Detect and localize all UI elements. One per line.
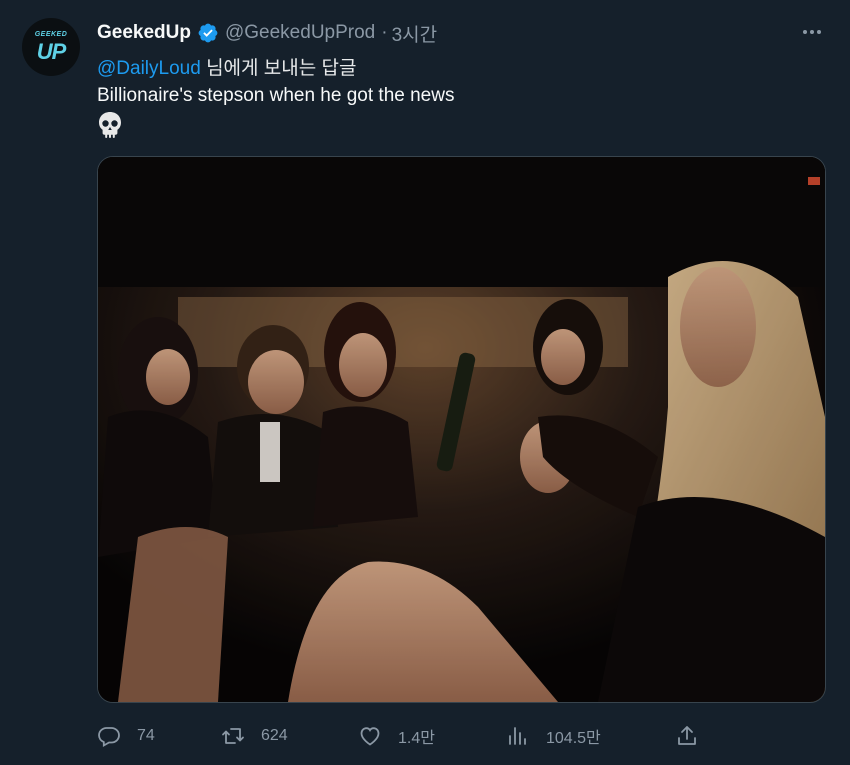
tweet[interactable]: GEEKED UP GeekedUp @GeekedUpProd · 3시간 @…	[0, 0, 850, 765]
more-horizontal-icon[interactable]	[800, 20, 824, 44]
tweet-actions: 74 624 1.4만 104.5만	[97, 721, 717, 751]
tweet-header: GeekedUp @GeekedUpProd · 3시간	[97, 20, 437, 46]
display-name[interactable]: GeekedUp	[97, 22, 191, 44]
views-count: 104.5만	[546, 730, 601, 747]
retweet-button[interactable]: 624	[221, 721, 288, 751]
verified-badge-icon	[198, 23, 218, 43]
skull-icon	[99, 112, 121, 138]
like-count: 1.4만	[398, 730, 435, 747]
heart-icon	[360, 727, 380, 746]
timestamp[interactable]: 3시간	[392, 20, 438, 47]
reply-count: 74	[137, 727, 155, 744]
retweet-count: 624	[261, 727, 288, 744]
views-button[interactable]: 104.5만	[506, 721, 601, 751]
avatar-logo-top: GEEKED	[34, 31, 68, 38]
views-icon	[509, 727, 526, 745]
like-button[interactable]: 1.4만	[358, 721, 435, 751]
tweet-text: Billionaire's stepson when he got the ne…	[97, 85, 455, 106]
reply-mention-link[interactable]: @DailyLoud	[97, 58, 201, 79]
reply-icon	[98, 727, 120, 748]
reply-button[interactable]: 74	[97, 721, 155, 751]
share-icon	[678, 726, 696, 745]
media-photo	[98, 157, 825, 702]
reply-suffix: 님에게 보내는 답글	[206, 58, 357, 79]
retweet-icon	[222, 728, 244, 744]
reply-context: @DailyLoud 님에게 보내는 답글	[97, 53, 356, 80]
tweet-media-image[interactable]	[97, 156, 826, 703]
avatar-logo-main: UP	[36, 39, 67, 64]
avatar[interactable]: GEEKED UP	[22, 18, 80, 76]
separator: ·	[381, 22, 388, 43]
share-button[interactable]	[675, 721, 699, 751]
handle[interactable]: @GeekedUpProd	[225, 22, 375, 44]
